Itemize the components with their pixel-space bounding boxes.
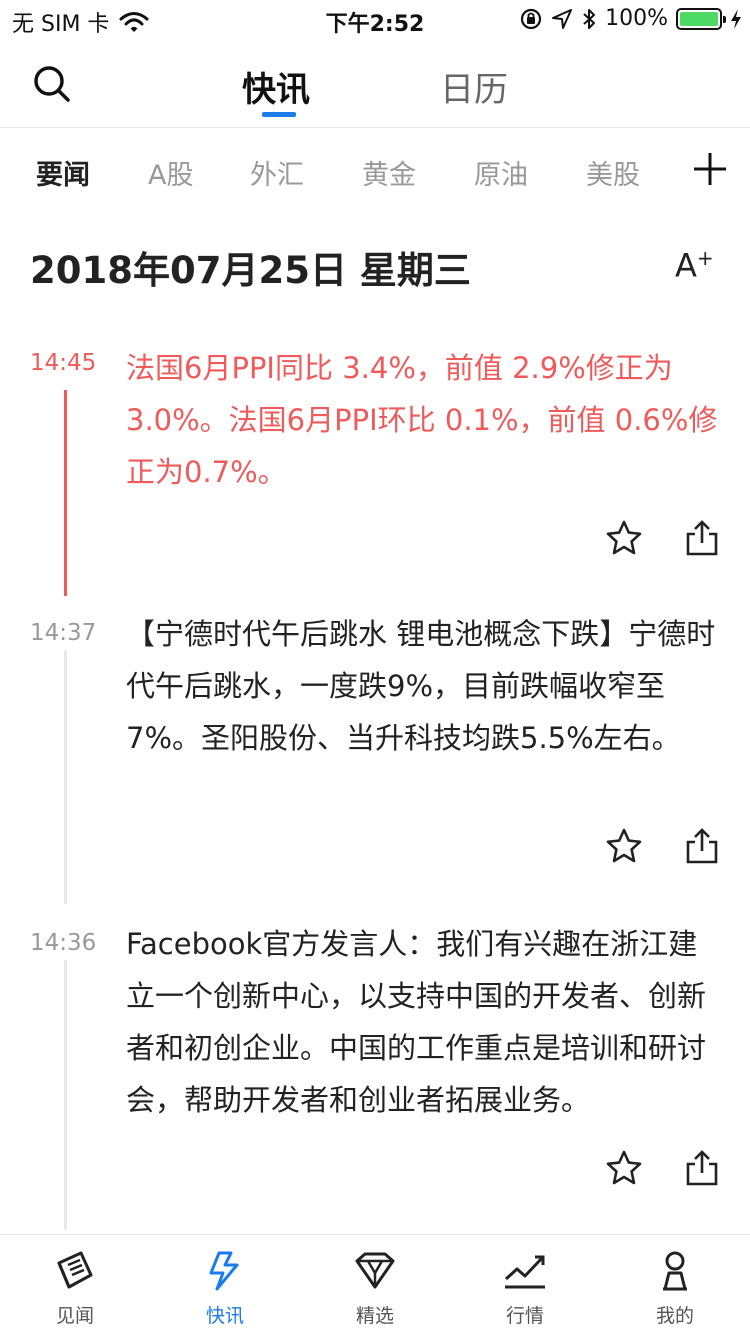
bottom-tab-bar: 见闻 快讯 精选 行情 我的: [0, 1234, 750, 1334]
category-bar: 要闻 A股 外汇 黄金 原油 美股: [0, 129, 750, 209]
battery-icon: [676, 7, 726, 30]
tab-flash-news[interactable]: 快讯: [242, 62, 310, 111]
tab-bar-label: 见闻: [55, 1305, 94, 1327]
news-time: 14:37: [30, 620, 97, 646]
font-button-plus: +: [696, 246, 714, 270]
news-paper-icon: [57, 1251, 93, 1289]
news-time: 14:36: [30, 930, 97, 956]
news-item[interactable]: 14:37 【宁德时代午后跳水 锂电池概念下跌】宁德时代午后跳水，一度跌9%，目…: [0, 600, 750, 910]
font-size-button[interactable]: A+: [675, 246, 714, 285]
news-item[interactable]: 14:45 法国6月PPI同比 3.4%，前值 2.9%修正为3.0%。法国6月…: [0, 330, 750, 600]
share-icon: [686, 520, 718, 556]
tab-bar-label: 精选: [355, 1305, 394, 1327]
battery-percent: 100%: [605, 6, 668, 31]
category-us-stocks[interactable]: 美股: [586, 153, 640, 192]
tab-bar-label: 行情: [505, 1305, 544, 1327]
star-icon: [606, 828, 642, 863]
date-title: 2018年07月25日 星期三: [30, 249, 471, 292]
category-scroll[interactable]: 要闻 A股 外汇 黄金 原油 美股: [0, 129, 668, 209]
tab-bar-label: 快讯: [205, 1305, 244, 1327]
share-button[interactable]: [682, 1148, 722, 1188]
search-button[interactable]: [28, 60, 76, 108]
news-feed[interactable]: 14:45 法国6月PPI同比 3.4%，前值 2.9%修正为3.0%。法国6月…: [0, 330, 750, 1230]
location-icon: [552, 8, 573, 29]
news-text: 【宁德时代午后跳水 锂电池概念下跌】宁德时代午后跳水，一度跌9%，目前跌幅收窄至…: [126, 617, 716, 755]
profile-icon: [663, 1251, 687, 1291]
category-gold[interactable]: 黄金: [362, 153, 416, 192]
tab-bar-market[interactable]: 行情: [450, 1235, 600, 1334]
star-icon: [606, 520, 642, 555]
timeline-line: [64, 390, 67, 596]
active-tab-indicator: [262, 112, 296, 117]
add-category-button[interactable]: [690, 149, 730, 189]
tab-calendar[interactable]: 日历: [440, 62, 508, 111]
search-icon: [34, 66, 70, 102]
news-text: 法国6月PPI同比 3.4%，前值 2.9%修正为3.0%。法国6月PPI环比 …: [126, 351, 718, 489]
orientation-lock-icon: [520, 8, 542, 29]
tab-bar-featured[interactable]: 精选: [300, 1235, 450, 1334]
category-headlines[interactable]: 要闻: [36, 153, 90, 192]
lightning-icon: [209, 1251, 239, 1291]
category-a-shares[interactable]: A股: [148, 153, 193, 192]
font-button-letter: A: [675, 246, 697, 285]
favorite-button[interactable]: [604, 518, 644, 558]
tab-bar-profile[interactable]: 我的: [600, 1235, 750, 1334]
plus-icon: [694, 153, 726, 185]
star-icon: [606, 1150, 642, 1185]
tab-bar-flash[interactable]: 快讯: [150, 1235, 300, 1334]
news-time: 14:45: [30, 350, 97, 376]
top-nav: 快讯 日历: [0, 40, 750, 128]
charging-icon: [731, 8, 741, 29]
news-text: Facebook官方发言人：我们有兴趣在浙江建立一个创新中心，以支持中国的开发者…: [126, 927, 707, 1117]
status-right: 100%: [519, 6, 742, 31]
share-button[interactable]: [682, 518, 722, 558]
tab-bar-news[interactable]: 见闻: [0, 1235, 150, 1334]
share-button[interactable]: [682, 826, 722, 866]
status-bar: 无 SIM 卡 下午2:52 100%: [0, 0, 750, 40]
category-crude-oil[interactable]: 原油: [474, 153, 528, 192]
chart-line-icon: [504, 1255, 545, 1289]
category-forex[interactable]: 外汇: [250, 153, 304, 192]
bluetooth-icon: [583, 8, 596, 29]
share-icon: [686, 1150, 718, 1186]
news-item[interactable]: 14:36 Facebook官方发言人：我们有兴趣在浙江建立一个创新中心，以支持…: [0, 910, 750, 1230]
favorite-button[interactable]: [604, 1148, 644, 1188]
favorite-button[interactable]: [604, 826, 644, 866]
timeline-line: [64, 650, 67, 904]
timeline-line: [64, 960, 67, 1230]
gem-icon: [355, 1252, 395, 1289]
share-icon: [686, 828, 718, 864]
tab-bar-label: 我的: [655, 1305, 694, 1327]
